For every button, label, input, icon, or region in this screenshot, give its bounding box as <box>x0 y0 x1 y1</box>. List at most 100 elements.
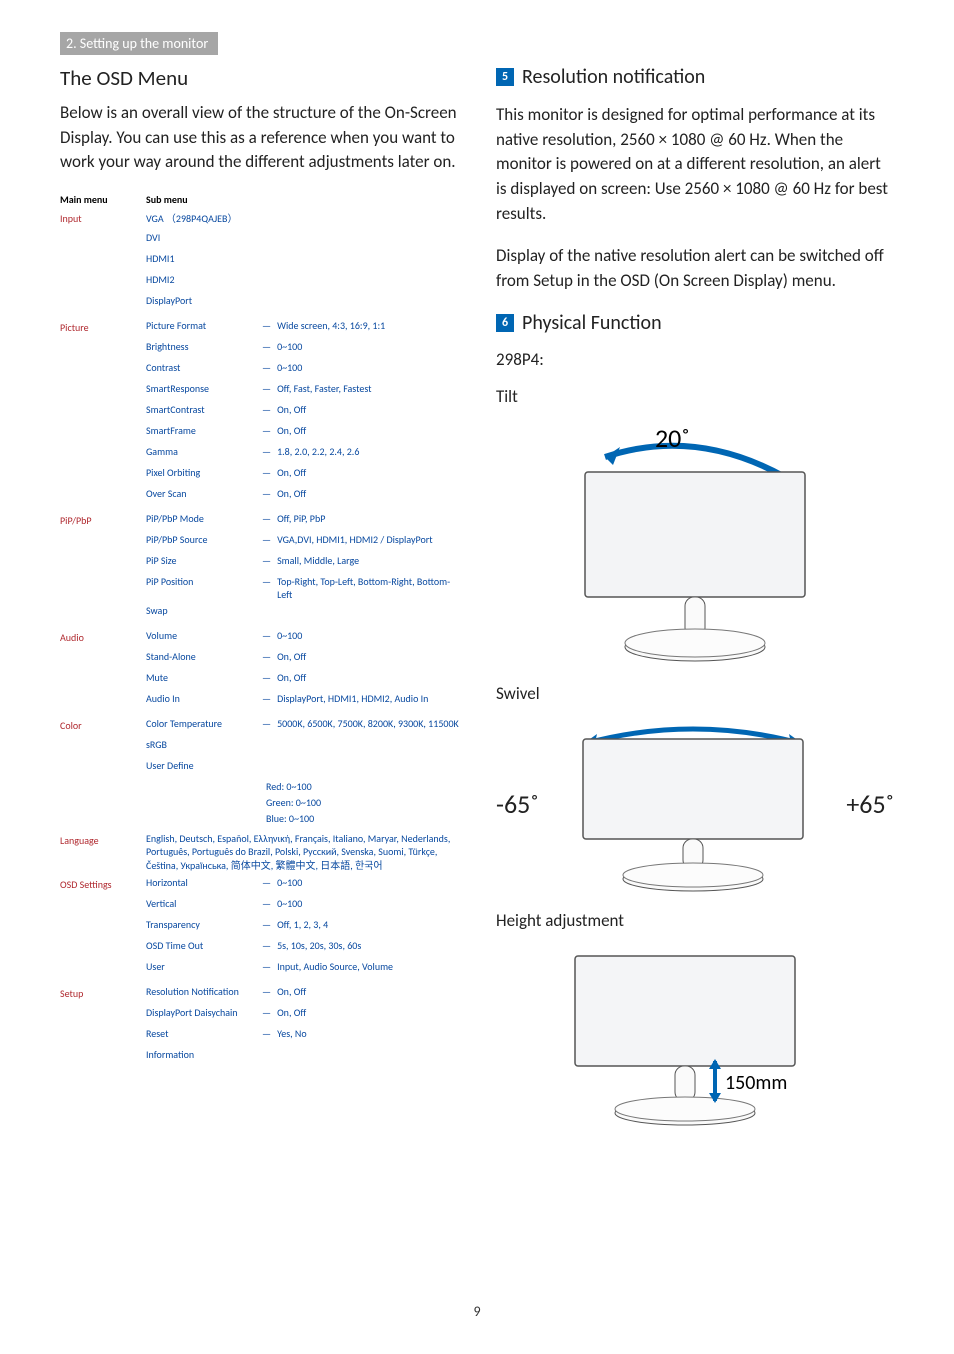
osd-menu-title: The OSD Menu <box>60 65 460 91</box>
page-number: 9 <box>0 1303 954 1320</box>
osd-intro: Below is an overall view of the structur… <box>60 101 460 175</box>
tree-sub-item: Reset <box>146 1027 256 1040</box>
tree-main-item: Picture <box>60 321 146 334</box>
tree-sub-item: Contrast <box>146 361 256 374</box>
tree-sub-item: Over Scan <box>146 487 256 500</box>
tree-main-item: Language <box>60 834 146 847</box>
tree-child-value: Green: 0~100 <box>266 796 321 809</box>
badge-6: 6 <box>496 314 514 332</box>
osd-tree: InputVGA （298P4QAJEB）DVIHDMI1HDMI2Displa… <box>60 210 460 1070</box>
tree-sub-item: Resolution Notification <box>146 985 256 998</box>
tree-sub-item: Gamma <box>146 445 256 458</box>
tree-value: Input, Audio Source, Volume <box>277 960 460 973</box>
tree-value: 0~100 <box>277 340 460 353</box>
tree-value: Small, Middle, Large <box>277 554 460 567</box>
tree-main-item: Color <box>60 719 146 732</box>
tree-sub-item: Brightness <box>146 340 256 353</box>
tree-sub-item: Swap <box>146 604 256 617</box>
tree-dash: — <box>256 1006 277 1019</box>
tree-main-item: Setup <box>60 987 146 1000</box>
tree-dash: — <box>256 424 277 437</box>
swivel-right-label: +65˚ <box>846 788 894 820</box>
badge-5: 5 <box>496 68 514 86</box>
tree-dash: — <box>256 319 277 332</box>
tree-dash: — <box>256 382 277 395</box>
tree-sub-item: Audio In <box>146 692 256 705</box>
section-5-p1: This monitor is designed for optimal per… <box>496 103 894 226</box>
tree-value: 0~100 <box>277 897 460 910</box>
tree-value: On, Off <box>277 650 460 663</box>
tree-value: On, Off <box>277 487 460 500</box>
tree-sub-item: User Define <box>146 759 256 772</box>
tree-main-item: PiP/PbP <box>60 514 146 527</box>
tree-sub-item: Pixel Orbiting <box>146 466 256 479</box>
tree-value: Off, PiP, PbP <box>277 512 460 525</box>
tree-sub-item: PiP Size <box>146 554 256 567</box>
tree-value: On, Off <box>277 403 460 416</box>
tree-value: On, Off <box>277 1006 460 1019</box>
tree-value: DisplayPort, HDMI1, HDMI2, Audio In <box>277 692 460 705</box>
tree-sub-item: PiP Position <box>146 575 256 588</box>
tree-value: Off, Fast, Faster, Fastest <box>277 382 460 395</box>
tree-dash: — <box>256 876 277 889</box>
tree-dash: — <box>256 361 277 374</box>
tilt-label: Tilt <box>496 386 894 407</box>
tree-sub-item: sRGB <box>146 738 256 751</box>
tree-value: 0~100 <box>277 629 460 642</box>
tree-sub-item: User <box>146 960 256 973</box>
tree-dash: — <box>256 650 277 663</box>
tree-value: On, Off <box>277 466 460 479</box>
tree-value: 5s, 10s, 20s, 30s, 60s <box>277 939 460 952</box>
tilt-diagram: 20˚ -5˚ <box>535 417 855 667</box>
tree-value: 1.8, 2.0, 2.2, 2.4, 2.6 <box>277 445 460 458</box>
tree-dash: — <box>256 512 277 525</box>
tree-dash: — <box>256 487 277 500</box>
tree-main-item: Input <box>60 212 146 225</box>
tree-value: Wide screen, 4:3, 16:9, 1:1 <box>277 319 460 332</box>
swivel-diagram <box>563 714 823 894</box>
sub-menu-header: Sub menu <box>146 193 188 206</box>
tree-sub-item: DVI <box>146 231 256 244</box>
tree-child-value: Blue: 0~100 <box>266 812 314 825</box>
tree-sub-item: SmartFrame <box>146 424 256 437</box>
tilt-back-label: 20˚ <box>655 422 690 454</box>
tree-sub-item: PiP/PbP Source <box>146 533 256 546</box>
tree-value: 0~100 <box>277 876 460 889</box>
tree-value: Top-Right, Top-Left, Bottom-Right, Botto… <box>277 575 460 601</box>
tree-dash: — <box>256 554 277 567</box>
tree-dash: — <box>256 575 277 588</box>
tree-sub-item: Transparency <box>146 918 256 931</box>
tree-sub-item: Picture Format <box>146 319 256 332</box>
tree-main-item: OSD Settings <box>60 878 146 891</box>
height-diagram: 150mm <box>545 941 845 1131</box>
tree-sub-item: Volume <box>146 629 256 642</box>
tree-sub-item: SmartResponse <box>146 382 256 395</box>
main-menu-header: Main menu <box>60 193 146 206</box>
section-6-title: Physical Function <box>522 311 662 335</box>
tree-value: Off, 1, 2, 3, 4 <box>277 918 460 931</box>
tree-sub-item: Information <box>146 1048 256 1061</box>
tree-sub-item: Color Temperature <box>146 717 256 730</box>
tree-dash: — <box>256 692 277 705</box>
left-column: The OSD Menu Below is an overall view of… <box>60 55 460 1131</box>
tree-dash: — <box>256 466 277 479</box>
tree-dash: — <box>256 403 277 416</box>
tree-dash: — <box>256 897 277 910</box>
tree-sub-item: VGA （298P4QAJEB） <box>146 210 256 225</box>
tree-value: Yes, No <box>277 1027 460 1040</box>
tree-value: On, Off <box>277 985 460 998</box>
tree-sub-item: SmartContrast <box>146 403 256 416</box>
swivel-left-label: -65˚ <box>496 788 539 820</box>
tree-dash: — <box>256 985 277 998</box>
tree-dash: — <box>256 533 277 546</box>
height-label: Height adjustment <box>496 910 894 931</box>
tree-child-value: Red: 0~100 <box>266 780 312 793</box>
tree-sub-item: HDMI1 <box>146 252 256 265</box>
tree-value: VGA,DVI, HDMI1, HDMI2 / DisplayPort <box>277 533 460 546</box>
tree-value: 5000K, 6500K, 7500K, 8200K, 9300K, 11500… <box>277 717 460 730</box>
tree-sub-item: PiP/PbP Mode <box>146 512 256 525</box>
tree-main-item: Audio <box>60 631 146 644</box>
running-header: 2. Setting up the monitor <box>60 32 218 55</box>
swivel-label: Swivel <box>496 683 894 704</box>
section-5-p2: Display of the native resolution alert c… <box>496 244 894 293</box>
